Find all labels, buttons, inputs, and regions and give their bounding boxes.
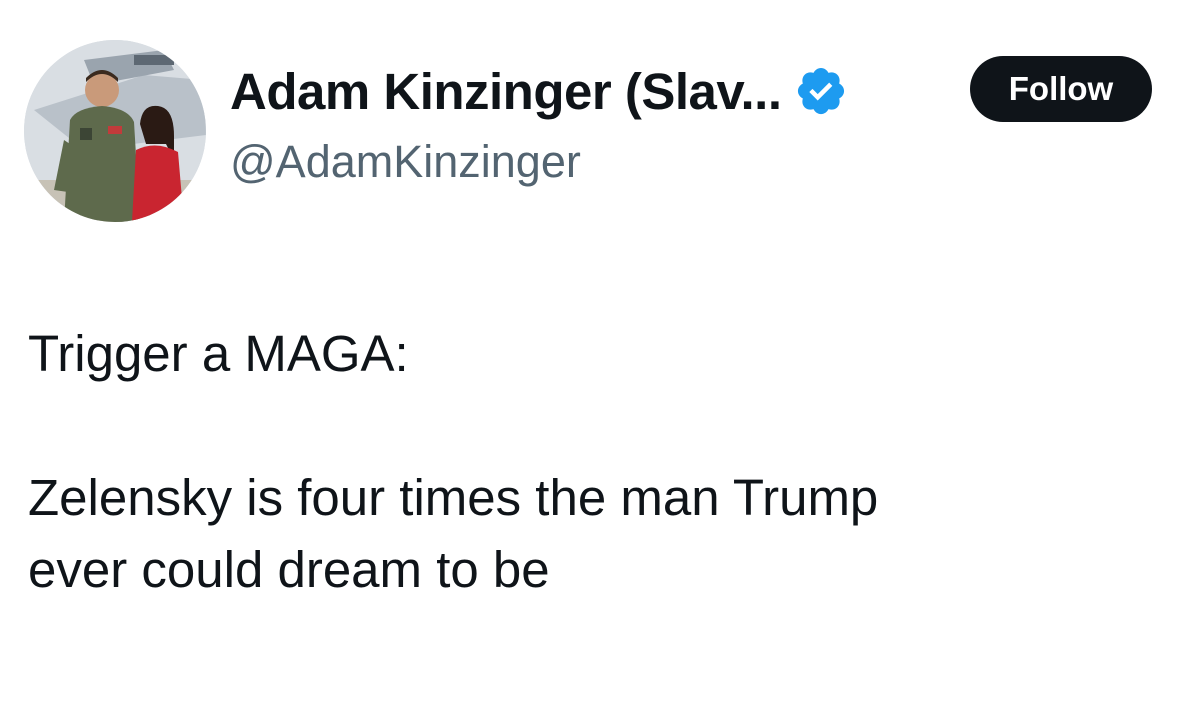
author-handle[interactable]: @AdamKinzinger <box>230 136 581 188</box>
tweet-text-line-2: Zelensky is four times the man Trump <box>28 469 879 526</box>
tweet-card: Adam Kinzinger (Slav... @AdamKinzinger F… <box>0 0 1200 714</box>
avatar[interactable] <box>24 40 206 222</box>
tweet-text-line-3: ever could dream to be <box>28 541 550 598</box>
verified-badge-icon[interactable] <box>794 64 848 118</box>
tweet-text-spacer <box>28 390 1178 462</box>
avatar-photo <box>24 40 206 222</box>
follow-button[interactable]: Follow <box>970 56 1152 122</box>
author-row: Adam Kinzinger (Slav... <box>230 56 848 126</box>
display-name[interactable]: Adam Kinzinger (Slav... <box>230 62 782 121</box>
tweet-text-line-1: Trigger a MAGA: <box>28 325 409 382</box>
tweet-text: Trigger a MAGA: Zelensky is four times t… <box>28 318 1178 606</box>
